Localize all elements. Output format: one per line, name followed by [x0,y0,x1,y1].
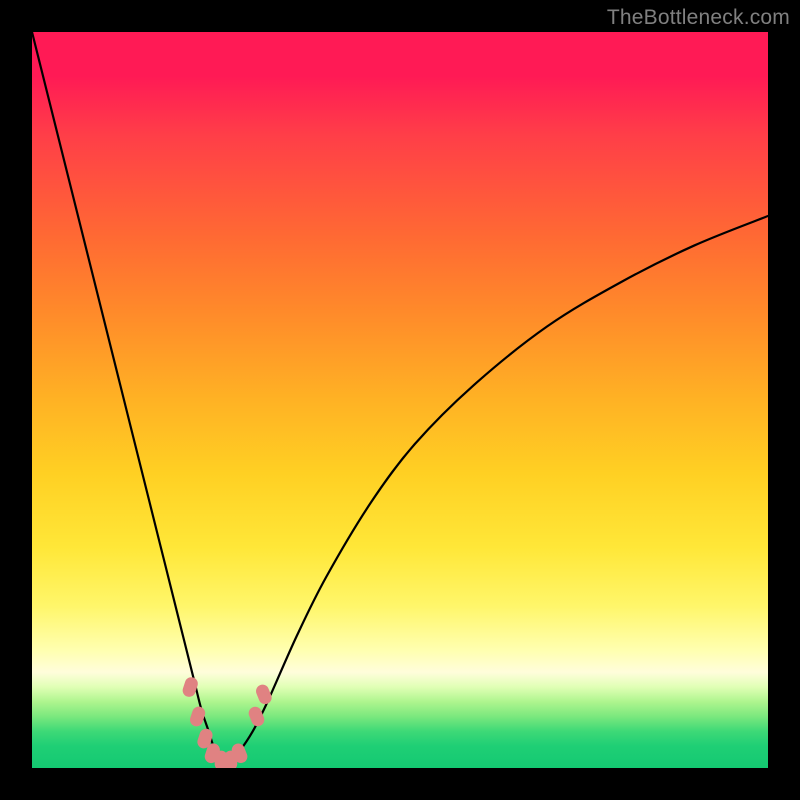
chart-markers [181,676,274,768]
chart-frame: TheBottleneck.com [0,0,800,800]
chart-plot-area [32,32,768,768]
curve-marker [254,683,274,706]
watermark-text: TheBottleneck.com [607,6,790,30]
bottleneck-curve [32,32,768,762]
curve-marker [188,705,207,728]
chart-curve-svg [32,32,768,768]
